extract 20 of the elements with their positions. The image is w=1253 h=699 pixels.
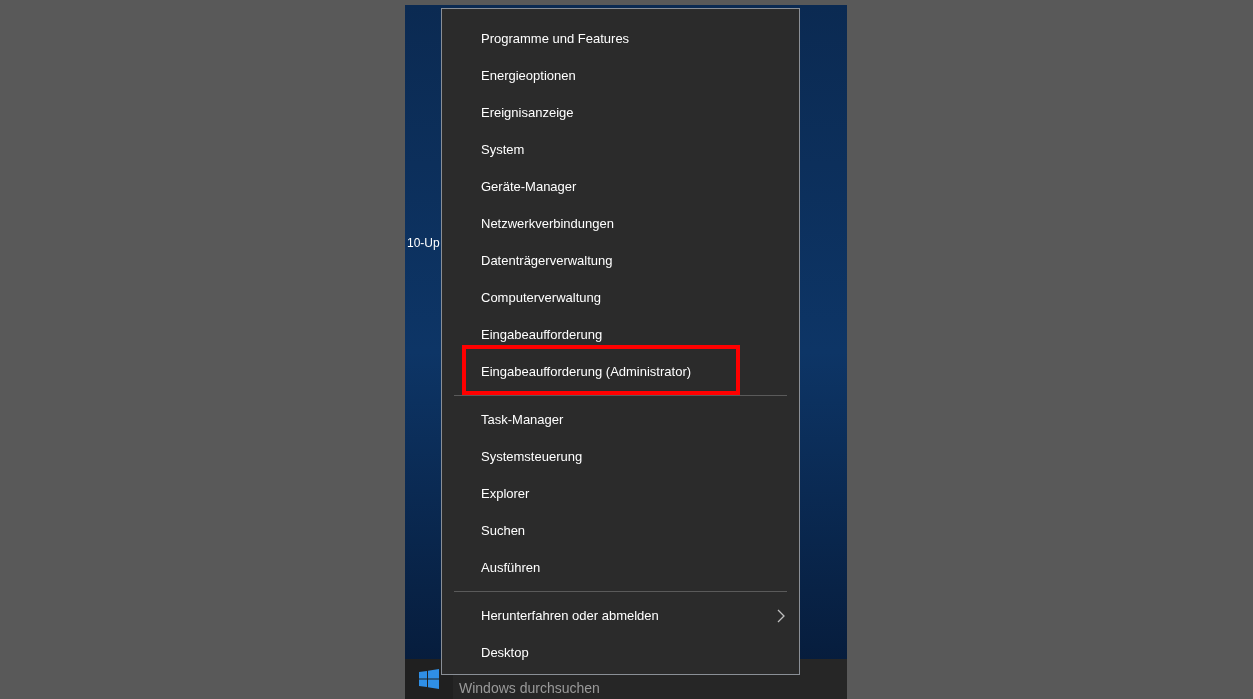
menu-item[interactable]: Eingabeaufforderung (Administrator) [481,363,692,380]
menu-item[interactable]: Desktop [481,644,529,661]
menu-item[interactable]: Task-Manager [481,411,564,428]
menu-item[interactable]: Netzwerkverbindungen [481,215,614,232]
menu-item[interactable]: Suchen [481,522,526,539]
menu-item[interactable]: Energieoptionen [481,67,576,84]
menu-item[interactable]: Herunterfahren oder abmelden [481,607,659,624]
menu-item[interactable]: System [481,141,525,158]
menu-item[interactable]: Systemsteuerung [481,448,583,465]
menu-item[interactable]: Datenträgerverwaltung [481,252,613,269]
chevron-right-icon [777,609,785,623]
desktop-icon-label: 10-Up [407,235,440,252]
menu-item[interactable]: Ereignisanzeige [481,104,574,121]
menu-item[interactable]: Geräte-Manager [481,178,577,195]
menu-item[interactable]: Computerverwaltung [481,289,601,306]
windows-logo-icon [419,669,439,689]
menu-item[interactable]: Explorer [481,485,530,502]
menu-item[interactable]: Ausführen [481,559,541,576]
menu-item[interactable]: Eingabeaufforderung [481,326,603,343]
menu-item[interactable]: Programme und Features [481,30,630,47]
